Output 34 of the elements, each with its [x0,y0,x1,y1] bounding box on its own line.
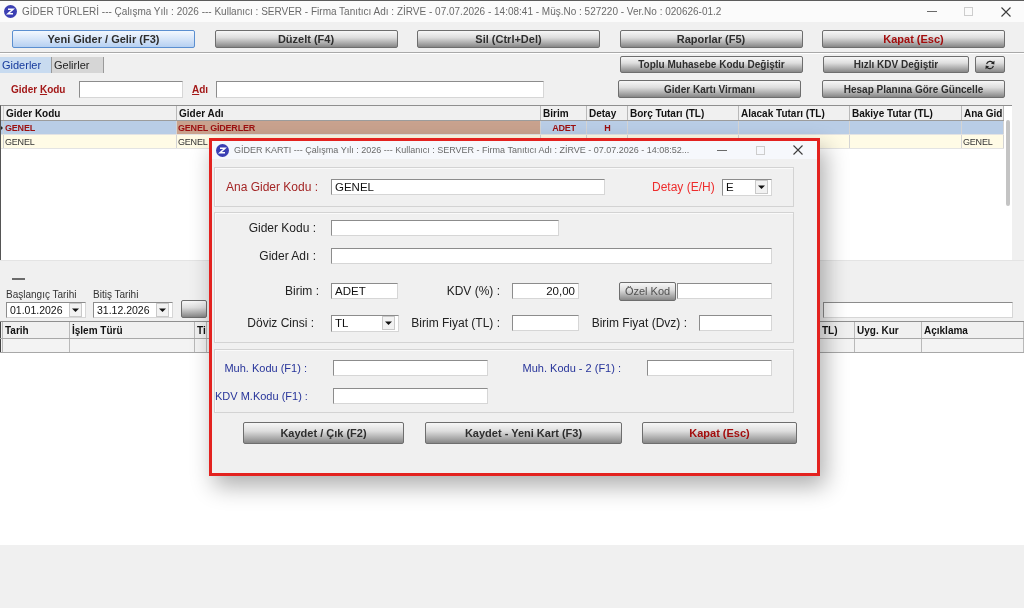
column-header: Uyg. Kur [855,322,922,338]
field-label: Muh. Kodu (F1) : [223,362,308,374]
column-header: İşlem Türü [70,322,195,338]
field-label: KDV M.Kodu (F1) : [215,390,309,402]
table-cell: GENEL [4,135,177,148]
column-header: Detay [587,106,628,120]
column-header: Ti [195,322,207,338]
table-cell: GENEL GİDERLER [177,121,541,134]
field-label: Bitiş Tarihi [93,289,140,300]
field-label: KDV (%) : [445,284,501,298]
column-header: Birim [541,106,587,120]
column-header: Borç Tutarı (TL) [628,106,739,120]
field-label: Birim Fiyat (Dvz) : [590,316,688,330]
field-label: Ana Gider Kodu : [226,180,320,194]
window-title: GİDER TÜRLERİ --- Çalışma Yılı : 2026 --- Kullanıcı : SERVER - Firma Tanıtıcı Adı : ZİRVE - 07.07.2026 - 14:08:41 - Müş.No : 527220 - Ver.No : 020626-01.2 [22,6,723,17]
field-label: Döviz Cinsi : [246,316,315,330]
field-label: Adı [192,83,210,95]
column-header: Tarih [3,322,70,338]
column-header: Bakiye Tutar (TL) [850,106,962,120]
field-label: Detay (E/H) [652,180,716,194]
field-label: Gider Adı : [258,249,317,263]
field-label: Birim Fiyat (TL) : [410,316,501,330]
column-header: Açıklama [922,322,1024,338]
table-cell: ADET [541,121,587,134]
field-label: Muh. Kodu - 2 (F1) : [521,362,621,374]
field-label: Gider Kodu [11,83,67,95]
table-cell: H [587,121,628,134]
field-label: Birim : [284,284,319,298]
dialog-title: GİDER KARTI --- Çalışma Yılı : 2026 --- Kullanıcı : SERVER - Firma Tanıtıcı Adı : ZİRVE - 07.07.2026 - 14:08:52... [234,145,691,155]
field-label: Gider Kodu : [247,221,317,235]
column-header: Alacak Tutarı (TL) [739,106,850,120]
field-label: Başlangıç Tarihi [6,289,78,300]
column-header: Gider Adı [177,106,541,120]
column-header: Gider Kodu [4,106,177,120]
